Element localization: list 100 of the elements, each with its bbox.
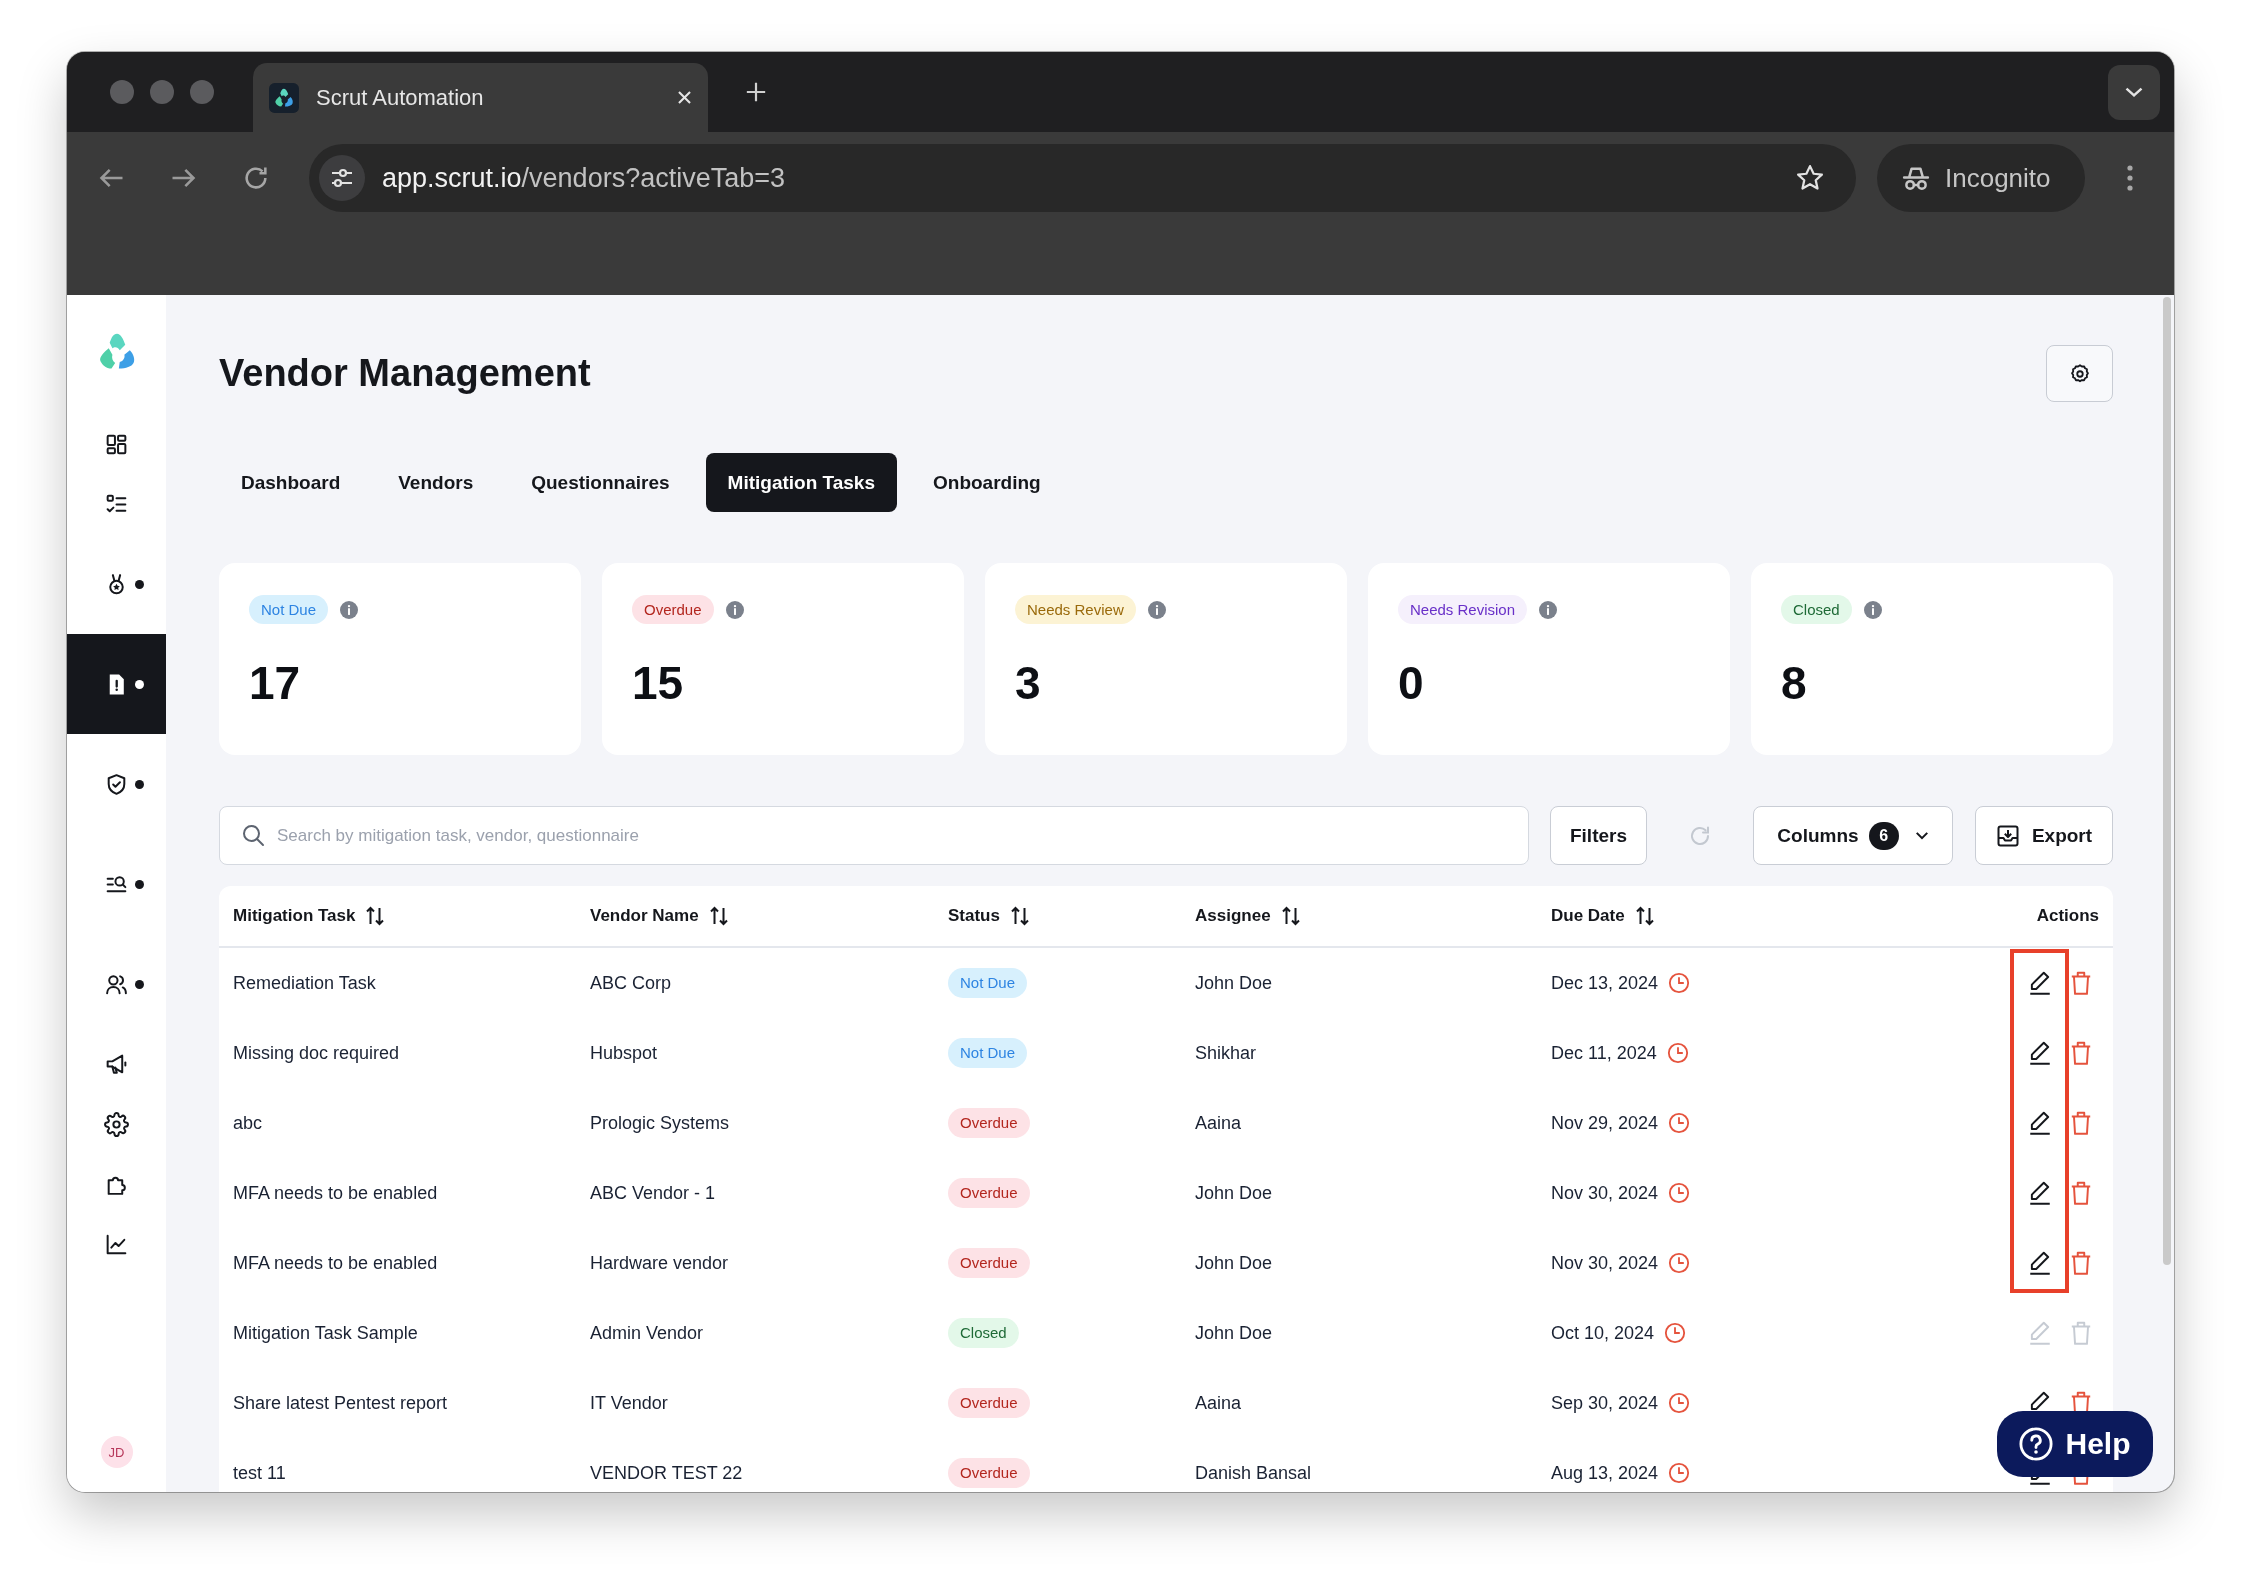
status-pill: Closed [1781, 595, 1852, 624]
table-cell: ABC Corp [590, 972, 672, 994]
status-pill: Overdue [632, 595, 714, 624]
table-cell: Missing doc required [233, 1042, 400, 1064]
due-date: Nov 30, 2024 [1551, 1182, 1659, 1204]
table-cell: Danish Bansal [1195, 1462, 1312, 1484]
scrollbar[interactable] [2163, 297, 2171, 1265]
pencil-icon[interactable] [2027, 970, 2053, 996]
status-pill: Not Due [948, 968, 1028, 998]
settings-icon [2068, 362, 2091, 385]
export-button[interactable]: Export [1975, 806, 2113, 865]
tab-title: Scrut Automation [316, 84, 485, 111]
status-pill: Not Due [948, 1038, 1028, 1068]
column-header[interactable]: Status [948, 906, 1030, 926]
column-header[interactable]: Assignee [1195, 906, 1301, 926]
search-icon [241, 823, 265, 847]
due-date: Nov 29, 2024 [1551, 1112, 1659, 1134]
table-cell: MFA needs to be enabled [233, 1252, 438, 1274]
table-cell: test 11 [233, 1462, 286, 1484]
reload-icon[interactable] [242, 164, 270, 192]
filters-button[interactable]: Filters [1550, 806, 1647, 865]
pencil-icon[interactable] [2027, 1110, 2053, 1136]
column-count: 6 [1868, 821, 1899, 850]
url-text: app.scrut.io/vendors?activeTab=3 [382, 162, 786, 194]
table-cell: Hardware vendor [590, 1252, 729, 1274]
due-date: Dec 11, 2024 [1551, 1042, 1657, 1064]
table-cell: Share latest Pentest report [233, 1392, 448, 1414]
clock-icon [1666, 1042, 1689, 1064]
task-count: 3 [1015, 657, 1042, 709]
sidebar-nav-item[interactable] [67, 634, 166, 734]
status-pill: Not Due [249, 595, 329, 624]
help-icon [2019, 1427, 2054, 1461]
tab[interactable]: Mitigation Tasks [705, 453, 897, 512]
tab[interactable]: Onboarding [911, 453, 1063, 512]
traffic-light-icon[interactable] [190, 80, 214, 104]
table-cell: MFA needs to be enabled [233, 1182, 438, 1204]
column-header[interactable]: Due Date [1551, 906, 1655, 926]
tab[interactable]: Vendors [376, 453, 496, 512]
table-cell: John Doe [1195, 972, 1273, 994]
page-title: Vendor Management [219, 352, 591, 395]
info-icon[interactable] [725, 600, 744, 619]
info-icon[interactable] [1863, 600, 1882, 619]
table-cell: Aaina [1195, 1392, 1242, 1414]
more-icon[interactable] [2126, 164, 2134, 192]
clock-icon [1668, 1462, 1691, 1484]
info-icon[interactable] [1147, 600, 1166, 619]
status-pill: Overdue [948, 1108, 1030, 1138]
pencil-icon[interactable] [2027, 1180, 2053, 1206]
plus-icon[interactable] [745, 81, 767, 103]
favicon-icon [269, 82, 299, 113]
due-date: Sep 30, 2024 [1551, 1392, 1659, 1414]
search-field[interactable]: Search by mitigation task, vendor, questionnaire [219, 806, 1529, 865]
clock-icon [1664, 1322, 1687, 1344]
clock-icon [1668, 1392, 1691, 1414]
tab[interactable]: Questionnaires [509, 453, 692, 512]
table-cell: Prologic Systems [590, 1112, 730, 1134]
column-header[interactable]: Mitigation Task [233, 906, 386, 926]
info-icon[interactable] [340, 600, 359, 619]
gear-icon [104, 1111, 129, 1137]
table-cell: Aaina [1195, 1112, 1242, 1134]
site-settings-icon[interactable] [319, 155, 365, 201]
status-pill: Overdue [948, 1458, 1030, 1488]
pencil-icon[interactable] [2027, 1477, 2053, 1486]
task-count: 0 [1398, 657, 1425, 709]
table-cell: abc [233, 1112, 263, 1134]
chevron-down-icon [2124, 86, 2144, 98]
close-icon[interactable] [675, 88, 694, 107]
table-cell: Admin Vendor [590, 1322, 704, 1344]
status-pill: Closed [948, 1318, 1019, 1348]
due-date: Dec 13, 2024 [1551, 972, 1659, 994]
traffic-light-icon[interactable] [110, 80, 134, 104]
columns-button[interactable]: Columns 6 [1753, 806, 1953, 865]
task-count: 8 [1781, 657, 1808, 709]
info-icon[interactable] [1539, 600, 1558, 619]
table-cell: ABC Vendor - 1 [590, 1182, 716, 1204]
pencil-icon[interactable] [2027, 1040, 2053, 1066]
browser-tab[interactable]: Scrut Automation [253, 63, 708, 132]
table-cell: Shikhar [1195, 1042, 1257, 1064]
table-cell: John Doe [1195, 1252, 1273, 1274]
due-date: Oct 10, 2024 [1551, 1322, 1655, 1344]
incognito-button[interactable]: Incognito [1877, 144, 2085, 212]
tab[interactable]: Dashboard [219, 453, 363, 512]
table-cell: Remediation Task [233, 972, 376, 994]
status-pill: Needs Review [1015, 595, 1136, 624]
user-avatar[interactable]: JD [100, 1436, 133, 1468]
table-cell: Hubspot [590, 1042, 658, 1064]
task-count: 17 [249, 657, 302, 709]
traffic-light-icon[interactable] [150, 80, 174, 104]
status-pill: Needs Revision [1398, 595, 1528, 624]
column-header[interactable]: Vendor Name [590, 906, 729, 926]
settings-button[interactable] [2046, 345, 2113, 402]
chevron-down-icon [1914, 831, 1929, 840]
bookmark-star-icon[interactable] [1795, 163, 1825, 193]
column-header: Actions [2036, 906, 2099, 926]
tab-menu-button[interactable] [2108, 64, 2160, 120]
address-bar[interactable]: app.scrut.io/vendors?activeTab=3 [309, 144, 1856, 212]
help-button[interactable]: Help [1997, 1411, 2153, 1477]
table-cell: John Doe [1195, 1322, 1273, 1344]
task-count: 15 [632, 657, 685, 709]
pencil-icon[interactable] [2027, 1250, 2053, 1276]
